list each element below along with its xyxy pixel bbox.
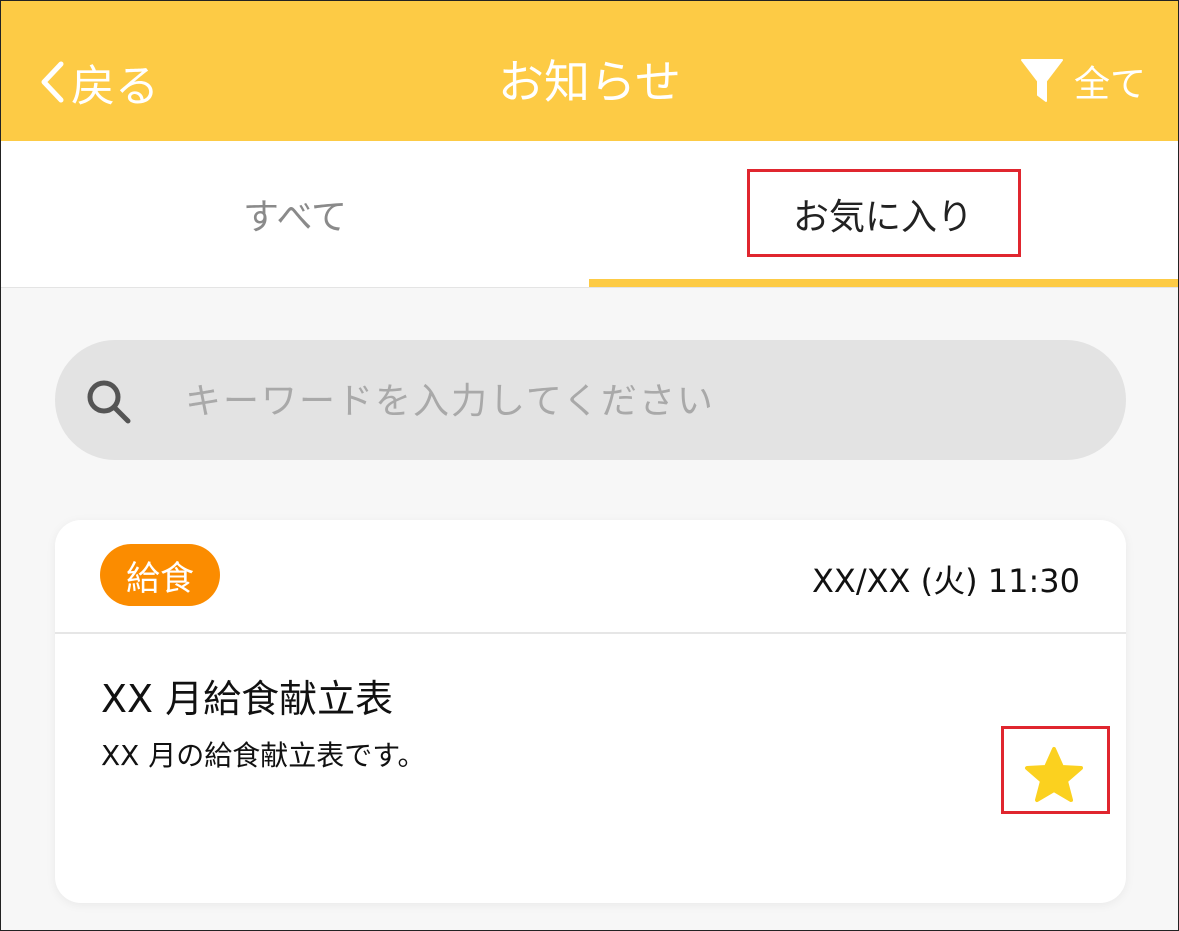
notice-description: XX 月の給食献立表です。 — [101, 739, 426, 772]
tab-bar: すべて お気に入り — [1, 141, 1178, 288]
filter-button-label: 全て — [1073, 64, 1146, 105]
search-input[interactable] — [183, 370, 1087, 432]
notice-time: 11:30 — [987, 562, 1080, 600]
notice-card-header: 給食 XX/XX (火) 11:30 — [55, 520, 1126, 634]
notice-datetime: XX/XX (火) 11:30 — [812, 556, 1080, 602]
notice-date: XX/XX (火) — [811, 562, 978, 600]
notice-title: XX 月給食献立表 — [101, 677, 394, 721]
filter-icon — [1020, 59, 1063, 102]
search-bar — [55, 340, 1126, 460]
app-header: 戻る お知らせ 全て — [1, 1, 1178, 141]
search-icon — [87, 380, 131, 424]
active-tab-indicator — [589, 279, 1178, 287]
tab-favorites[interactable]: お気に入り — [589, 141, 1177, 287]
app-screen: 戻る お知らせ 全て すべて お気に入り 給食 XX/ — [0, 0, 1179, 931]
favorite-button[interactable] — [1023, 744, 1085, 806]
category-badge: 給食 — [100, 544, 220, 606]
page-title: お知らせ — [497, 55, 682, 109]
tab-favorites-label: お気に入り — [792, 197, 973, 238]
tab-all-label: すべて — [242, 197, 348, 238]
star-icon — [1025, 747, 1083, 802]
notice-card[interactable]: 給食 XX/XX (火) 11:30 XX 月給食献立表 XX 月の給食献立表で… — [55, 520, 1126, 903]
filter-button[interactable]: 全て — [1020, 51, 1146, 111]
tab-all[interactable]: すべて — [1, 141, 589, 287]
